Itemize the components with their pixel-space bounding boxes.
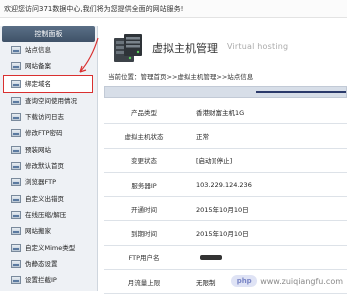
row-label: 产品类型 — [131, 108, 157, 117]
sidebar-item[interactable]: 下载访问日志 — [0, 109, 97, 125]
sidebar-item[interactable]: 修改FTP密码 — [0, 125, 97, 141]
row-label: 虚拟主机状态 — [124, 132, 164, 141]
sidebar-item[interactable]: 修改默认首页 — [0, 158, 97, 174]
sidebar-item-label: 查询空间使用情况 — [25, 96, 77, 105]
menu-item-icon — [11, 46, 21, 54]
banner-title: 虚拟主机管理 — [152, 42, 218, 55]
sidebar-item[interactable]: 绑定域名 — [3, 74, 93, 93]
sidebar-item-label: 设置拦截IP — [25, 276, 57, 285]
menu-item-icon — [11, 96, 21, 105]
breadcrumb: 当前位置：管理首页>>虚拟主机管理>>站点信息 — [108, 73, 254, 81]
row-label: 服务器IP — [131, 181, 157, 190]
section-header — [104, 86, 347, 98]
sidebar-item-label: 站点信息 — [25, 46, 51, 54]
sidebar-item-label: 网站搬家 — [25, 227, 51, 236]
table-row: 产品类型 香港财富主机1G — [104, 100, 347, 125]
menu-item-icon — [11, 243, 21, 252]
menu-item-icon — [11, 276, 21, 285]
sidebar-item[interactable]: 网站备案 — [0, 58, 97, 74]
sidebar-item-label: 网站备案 — [25, 62, 51, 71]
table-row: 虚拟主机状态 正常 — [104, 124, 347, 149]
menu-item-icon — [11, 210, 21, 219]
menu-item-icon — [11, 194, 21, 203]
menu-item-icon — [11, 227, 21, 236]
menu-item-icon — [11, 62, 21, 71]
row-value: 无限制 — [196, 278, 216, 287]
sidebar-item-label: 修改FTP密码 — [25, 129, 63, 138]
row-label: 月流量上限 — [127, 278, 161, 287]
table-row: 变更状态 [启动][停止] — [104, 149, 347, 173]
row-value: 103.229.124.236 — [196, 180, 252, 189]
watermark-site: www.zuiqiangfu.com — [260, 276, 343, 286]
menu-item-icon — [11, 145, 21, 154]
sidebar-item-label: 下载访问日志 — [25, 113, 64, 122]
menu-item-icon — [11, 178, 21, 187]
sidebar-item[interactable]: 自定义Mime类型 — [0, 240, 97, 256]
row-label: 开通时间 — [131, 205, 157, 214]
sidebar: 控制面板 站点信息网站备案绑定域名查询空间使用情况 下载访问日志 修改FTP密码 预装… — [0, 26, 98, 291]
row-value: 正常 — [196, 132, 209, 141]
section-rule — [256, 91, 346, 93]
banner-subtitle: Virtual hosting — [227, 42, 289, 51]
watermark: php www.zuiqiangfu.com — [231, 275, 343, 287]
menu-item-icon — [11, 162, 21, 171]
php-badge-icon: php — [231, 275, 258, 287]
banner: 虚拟主机管理 Virtual hosting — [100, 28, 347, 68]
table-row: 开通时间 2015年10月10日 — [104, 197, 347, 222]
sidebar-item[interactable]: 设置拦截IP — [0, 272, 97, 288]
row-value[interactable]: [启动][停止] — [196, 149, 232, 172]
sidebar-item-label: 预装网站 — [25, 145, 51, 154]
site-info-table: 产品类型 香港财富主机1G 虚拟主机状态 正常变更状态 [启动][停止] 服务器IP 103… — [104, 100, 347, 294]
menu-item-icon — [11, 129, 21, 138]
table-row: FTP用户名 — [104, 246, 347, 271]
sidebar-item[interactable]: 预装网站 — [0, 142, 97, 158]
sidebar-item-label: 在线压缩/解压 — [25, 210, 67, 219]
masked-username — [200, 254, 222, 260]
sidebar-item-label: 伪静态设置 — [25, 259, 58, 268]
row-label: FTP用户名 — [128, 254, 160, 263]
row-label: 变更状态 — [131, 157, 157, 166]
sidebar-item[interactable]: 浏览器FTP — [0, 174, 97, 190]
row-value: 2015年10月10日 — [196, 230, 249, 239]
sidebar-item-label: 浏览器FTP — [25, 178, 57, 187]
row-value — [196, 246, 222, 269]
row-value: 2015年10月10日 — [196, 205, 249, 214]
sidebar-item[interactable]: 在线压缩/解压 — [0, 207, 97, 223]
sidebar-item[interactable]: 自定义出错页 — [0, 191, 97, 207]
table-row: 到期时间 2015年10月10日 — [104, 221, 347, 246]
sidebar-item-label: 自定义出错页 — [25, 194, 64, 203]
menu-item-icon — [11, 79, 21, 88]
welcome-bar: 欢迎您访问371数据中心,我们将为您提供全面的网站服务! — [0, 0, 347, 18]
sidebar-item[interactable]: 网站搬家 — [0, 223, 97, 239]
sidebar-title: 控制面板 — [2, 26, 95, 42]
sidebar-item[interactable]: 伪静态设置 — [0, 256, 97, 272]
table-row: 服务器IP 103.229.124.236 — [104, 173, 347, 198]
row-value: 香港财富主机1G — [196, 108, 245, 117]
server-icon — [114, 34, 142, 62]
menu-item-icon — [11, 259, 21, 268]
menu-item-icon — [11, 113, 21, 122]
sidebar-item[interactable]: 查询空间使用情况 — [0, 93, 97, 109]
sidebar-menu: 站点信息网站备案绑定域名查询空间使用情况 下载访问日志 修改FTP密码 预装网站修改默… — [0, 42, 97, 288]
row-label: 到期时间 — [131, 230, 157, 239]
sidebar-item-label: 自定义Mime类型 — [25, 243, 76, 252]
sidebar-item-label: 修改默认首页 — [25, 162, 64, 171]
sidebar-item-label: 绑定域名 — [25, 79, 51, 88]
sidebar-item[interactable]: 站点信息 — [0, 42, 97, 58]
main-panel: 虚拟主机管理 Virtual hosting 当前位置：管理首页>>虚拟主机管理… — [100, 26, 347, 294]
